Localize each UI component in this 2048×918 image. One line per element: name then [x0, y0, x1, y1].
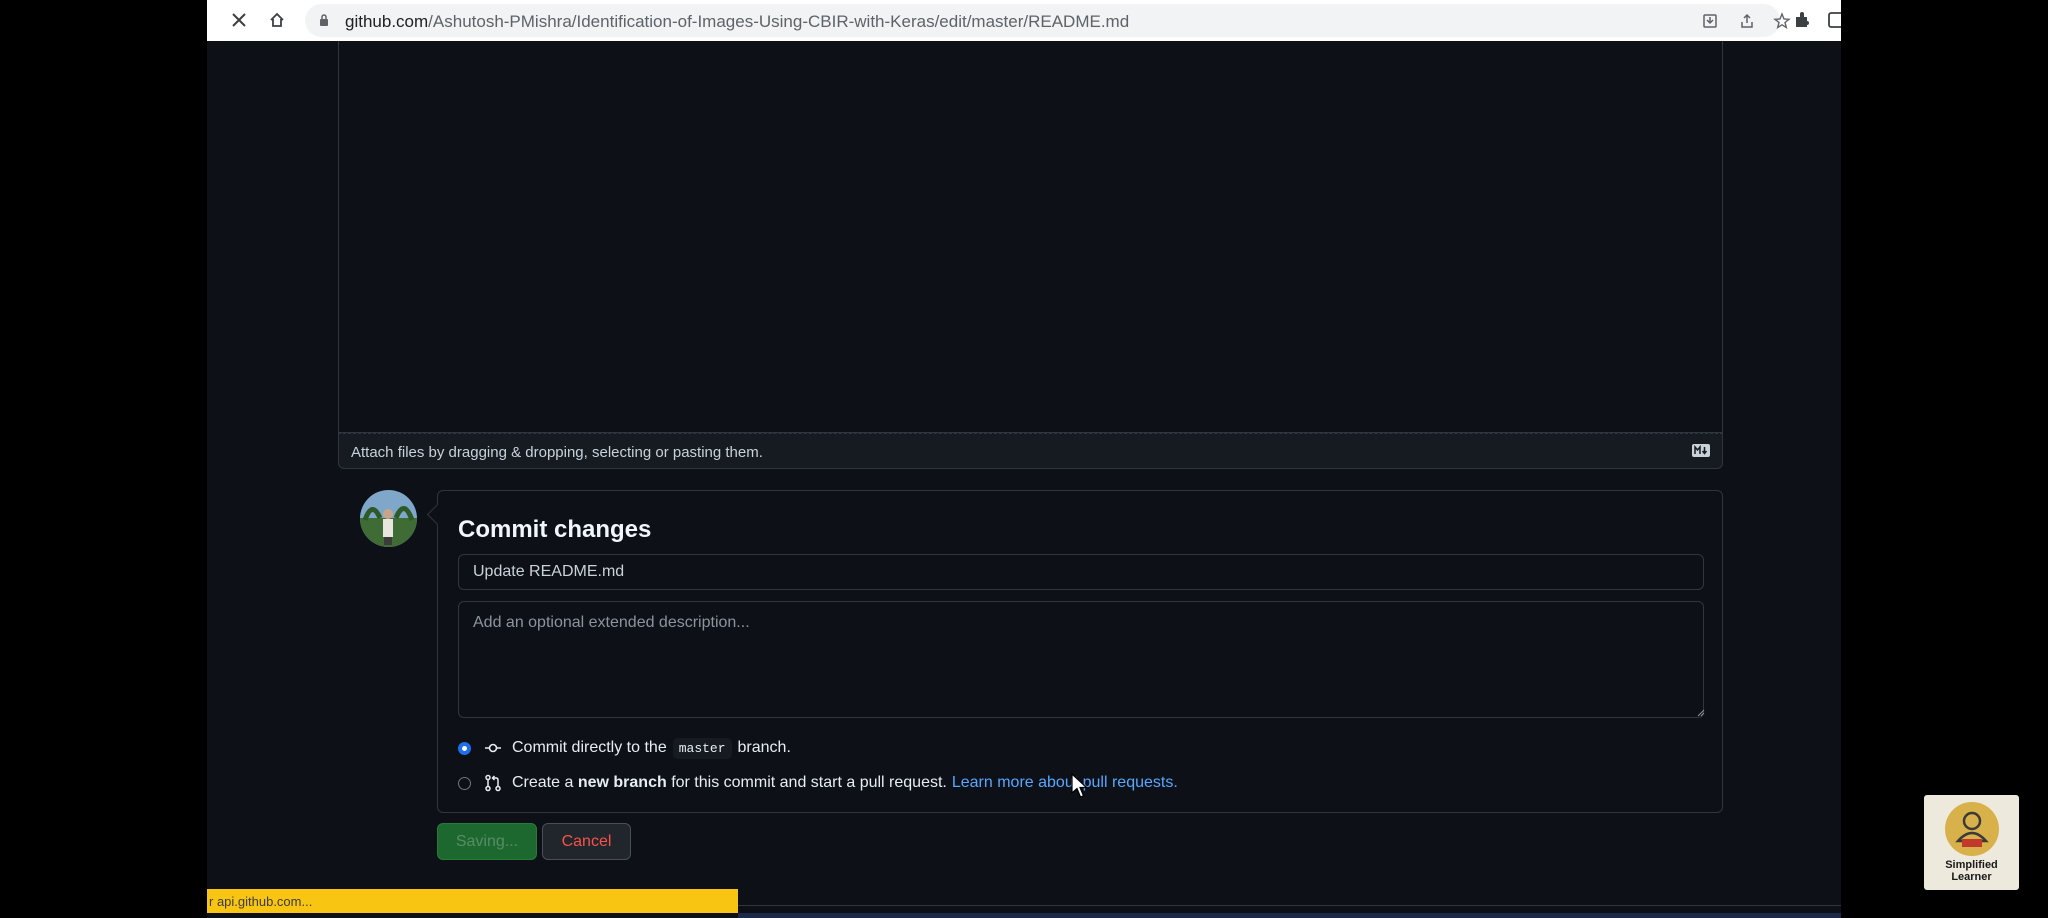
attach-files-bar[interactable]: Attach files by dragging & dropping, sel…: [338, 433, 1723, 469]
home-icon[interactable]: [265, 8, 289, 32]
mouse-cursor-icon: [1071, 773, 1089, 798]
browser-window: github.com/Ashutosh-PMishra/Identificati…: [207, 0, 1841, 918]
avatar: [360, 490, 417, 547]
bookmark-star-icon[interactable]: [1772, 11, 1792, 31]
new-branch-label-bold: new branch: [577, 774, 667, 791]
commit-form: Commit changes Commit directly to the ma…: [426, 490, 1723, 813]
stop-loading-icon[interactable]: [227, 8, 251, 32]
learner-logo-icon: [1945, 802, 1999, 856]
new-branch-label-prefix: Create a: [512, 774, 574, 791]
resize-grip-icon[interactable]: [1697, 709, 1705, 717]
install-app-icon[interactable]: [1700, 11, 1720, 31]
git-commit-icon: [485, 743, 501, 753]
cancel-button[interactable]: Cancel: [542, 823, 631, 860]
file-editor[interactable]: [338, 41, 1723, 433]
new-branch-label-suffix: for this commit and start a pull request…: [671, 774, 947, 791]
commit-direct-option[interactable]: Commit directly to the master branch.: [458, 736, 791, 760]
commit-description-input[interactable]: [458, 601, 1704, 718]
bottom-strip: [738, 913, 1841, 918]
channel-watermark: Simplified Learner: [1924, 795, 2019, 890]
watermark-line2: Learner: [1951, 871, 1992, 883]
watermark-label: Simplified Learner: [1924, 859, 2019, 883]
new-branch-option[interactable]: Create a new branch for this commit and …: [458, 771, 1178, 795]
speech-pointer: [426, 503, 449, 526]
commit-changes-button[interactable]: Saving...: [437, 823, 537, 860]
browser-toolbar: github.com/Ashutosh-PMishra/Identificati…: [207, 0, 1841, 41]
status-bubble: r api.github.com...: [207, 889, 738, 913]
git-pull-request-icon: [485, 774, 501, 792]
lock-icon: [320, 14, 328, 26]
markdown-icon[interactable]: [1692, 444, 1710, 457]
address-bar[interactable]: github.com/Ashutosh-PMishra/Identificati…: [305, 4, 1791, 37]
commit-title: Commit changes: [458, 516, 652, 543]
url-text: github.com/Ashutosh-PMishra/Identificati…: [345, 12, 1130, 31]
attach-hint: Attach files by dragging & dropping, sel…: [351, 444, 763, 461]
learn-more-pull-requests-link[interactable]: Learn more about pull requests.: [952, 774, 1178, 792]
branch-name: master: [672, 737, 732, 759]
side-panel-icon[interactable]: [1827, 10, 1841, 30]
commit-direct-label: Commit directly to the: [512, 739, 667, 756]
commit-direct-radio[interactable]: [458, 741, 471, 755]
commit-summary-input[interactable]: [458, 554, 1704, 590]
share-icon[interactable]: [1737, 11, 1757, 31]
new-branch-radio[interactable]: [458, 776, 471, 790]
commit-direct-suffix: branch.: [737, 739, 791, 756]
extensions-icon[interactable]: [1792, 10, 1812, 30]
watermark-line1: Simplified: [1945, 859, 1998, 871]
